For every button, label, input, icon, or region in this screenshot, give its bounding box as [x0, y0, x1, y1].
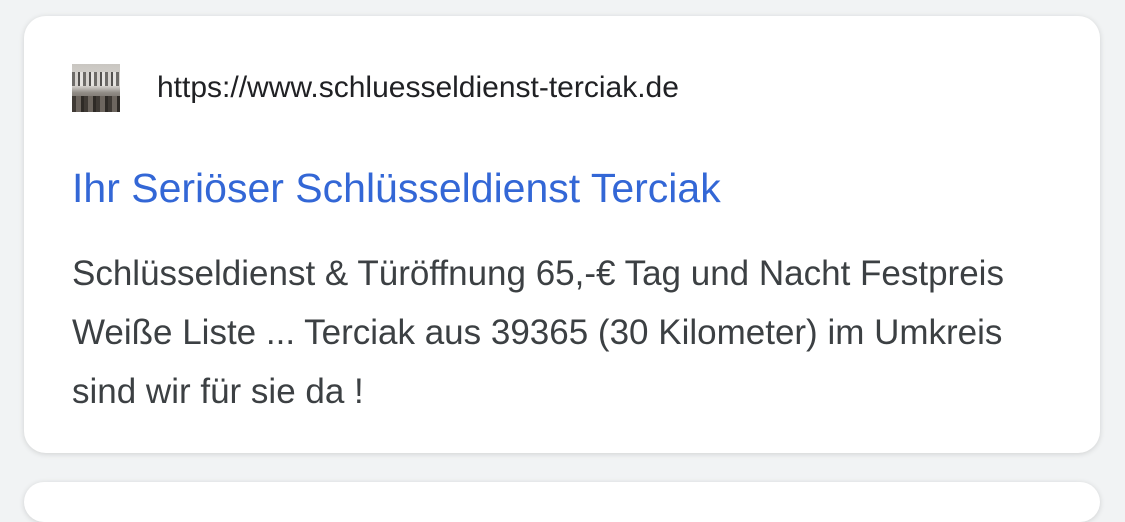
result-url[interactable]: https://www.schluesseldienst-terciak.de: [157, 71, 679, 105]
next-result-card: [24, 482, 1100, 522]
result-snippet: Schlüsseldienst & Türöffnung 65,-€ Tag u…: [72, 254, 1004, 411]
site-thumbnail-icon: [72, 64, 120, 112]
result-source-row[interactable]: https://www.schluesseldienst-terciak.de: [72, 64, 679, 112]
search-result-card: https://www.schluesseldienst-terciak.de …: [24, 16, 1100, 453]
result-title-link[interactable]: Ihr Seriöser Schlüsseldienst Terciak: [72, 164, 721, 212]
